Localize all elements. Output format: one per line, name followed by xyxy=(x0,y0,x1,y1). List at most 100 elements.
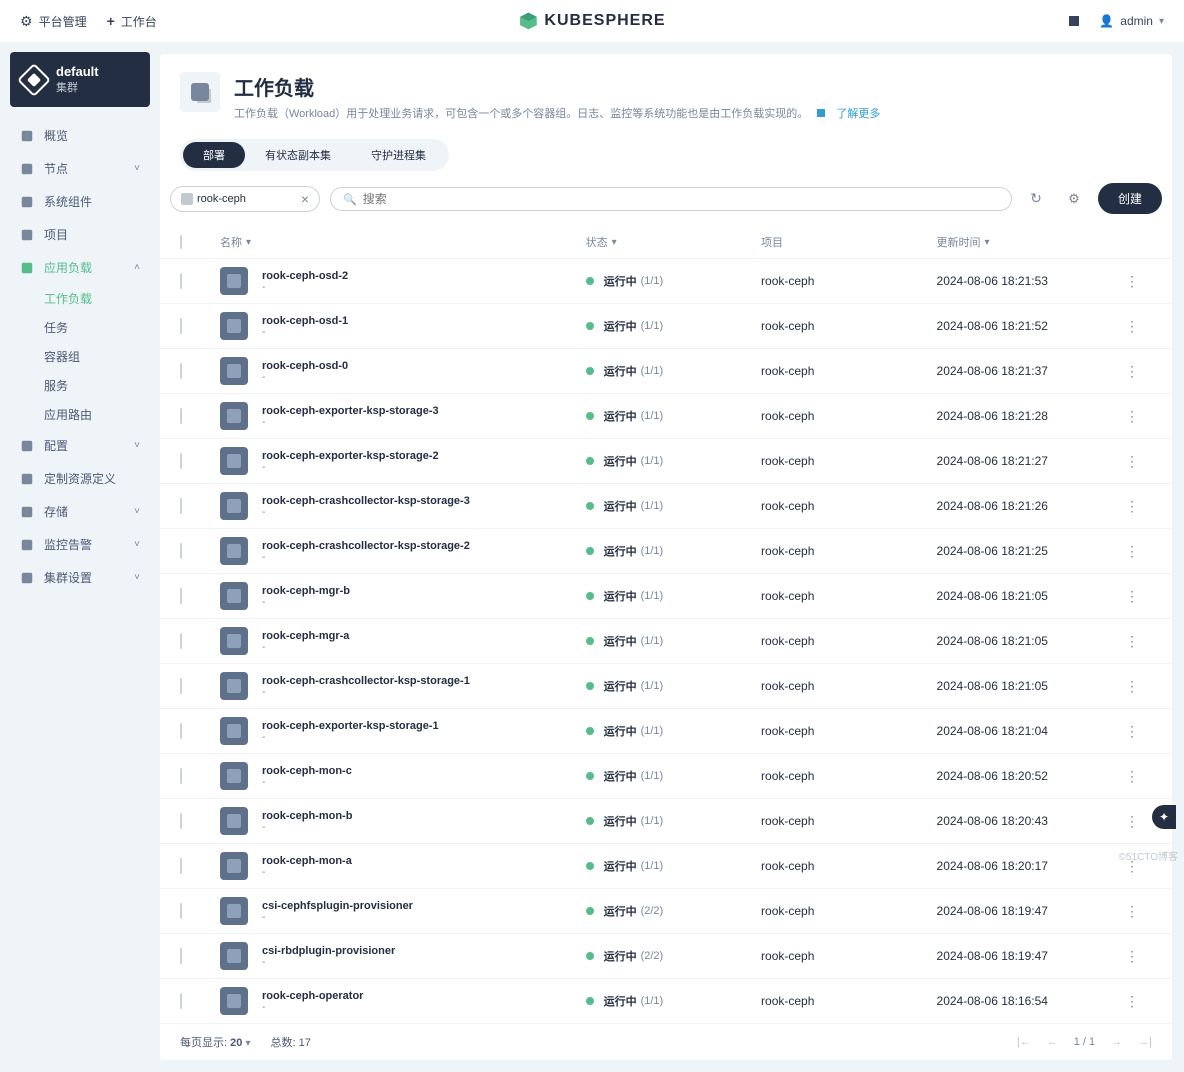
more-actions-icon[interactable] xyxy=(1125,455,1139,469)
more-actions-icon[interactable] xyxy=(1125,995,1139,1009)
project-filter[interactable]: rook-ceph × xyxy=(170,186,320,212)
learn-more-link[interactable]: 了解更多 xyxy=(836,108,880,120)
project-cell[interactable]: rook-ceph xyxy=(761,499,936,513)
table-row[interactable]: rook-ceph-mgr-b - 运行中 (1/1) rook-ceph 20… xyxy=(160,574,1172,619)
table-row[interactable]: rook-ceph-exporter-ksp-storage-1 - 运行中 (… xyxy=(160,709,1172,754)
more-actions-icon[interactable] xyxy=(1125,320,1139,334)
table-row[interactable]: rook-ceph-osd-1 - 运行中 (1/1) rook-ceph 20… xyxy=(160,304,1172,349)
row-checkbox[interactable] xyxy=(180,453,182,469)
platform-mgmt-link[interactable]: 平台管理 xyxy=(20,13,87,30)
row-checkbox[interactable] xyxy=(180,948,182,964)
project-cell[interactable]: rook-ceph xyxy=(761,859,936,873)
more-actions-icon[interactable] xyxy=(1125,275,1139,289)
user-menu[interactable]: admin xyxy=(1099,14,1164,28)
select-all-checkbox[interactable] xyxy=(180,235,182,249)
project-cell[interactable]: rook-ceph xyxy=(761,769,936,783)
column-settings-button[interactable] xyxy=(1060,185,1088,213)
project-cell[interactable]: rook-ceph xyxy=(761,904,936,918)
row-checkbox[interactable] xyxy=(180,633,182,649)
project-cell[interactable]: rook-ceph xyxy=(761,544,936,558)
table-row[interactable]: rook-ceph-crashcollector-ksp-storage-1 -… xyxy=(160,664,1172,709)
more-actions-icon[interactable] xyxy=(1125,815,1139,829)
workload-name[interactable]: rook-ceph-exporter-ksp-storage-2 xyxy=(262,450,439,462)
workload-name[interactable]: rook-ceph-crashcollector-ksp-storage-1 xyxy=(262,675,470,687)
row-checkbox[interactable] xyxy=(180,813,182,829)
tab-守护进程集[interactable]: 守护进程集 xyxy=(351,142,446,168)
project-cell[interactable]: rook-ceph xyxy=(761,679,936,693)
float-help-button[interactable] xyxy=(1152,805,1176,829)
table-row[interactable]: rook-ceph-osd-2 - 运行中 (1/1) rook-ceph 20… xyxy=(160,259,1172,304)
page-size-selector[interactable]: 每页显示: 20 xyxy=(180,1034,250,1050)
project-cell[interactable]: rook-ceph xyxy=(761,364,936,378)
project-cell[interactable]: rook-ceph xyxy=(761,949,936,963)
sidebar-item-集群设置[interactable]: 集群设置˅ xyxy=(10,561,150,594)
sidebar-subitem-应用路由[interactable]: 应用路由 xyxy=(44,400,150,429)
project-cell[interactable]: rook-ceph xyxy=(761,724,936,738)
row-checkbox[interactable] xyxy=(180,273,182,289)
project-cell[interactable]: rook-ceph xyxy=(761,589,936,603)
more-actions-icon[interactable] xyxy=(1125,770,1139,784)
more-actions-icon[interactable] xyxy=(1125,590,1139,604)
sidebar-item-概览[interactable]: 概览 xyxy=(10,119,150,152)
clear-filter-icon[interactable]: × xyxy=(301,191,309,207)
table-row[interactable]: rook-ceph-mon-a - 运行中 (1/1) rook-ceph 20… xyxy=(160,844,1172,889)
workload-name[interactable]: rook-ceph-osd-1 xyxy=(262,315,348,327)
workbench-link[interactable]: 工作台 xyxy=(107,13,157,30)
first-page[interactable]: |← xyxy=(1017,1036,1031,1048)
sidebar-item-应用负载[interactable]: 应用负载˄ xyxy=(10,251,150,284)
table-row[interactable]: rook-ceph-crashcollector-ksp-storage-2 -… xyxy=(160,529,1172,574)
sidebar-item-配置[interactable]: 配置˅ xyxy=(10,429,150,462)
workload-name[interactable]: rook-ceph-osd-0 xyxy=(262,360,348,372)
tab-部署[interactable]: 部署 xyxy=(183,142,245,168)
table-row[interactable]: rook-ceph-crashcollector-ksp-storage-3 -… xyxy=(160,484,1172,529)
sidebar-subitem-服务[interactable]: 服务 xyxy=(44,371,150,400)
sidebar-item-系统组件[interactable]: 系统组件 xyxy=(10,185,150,218)
row-checkbox[interactable] xyxy=(180,723,182,739)
refresh-button[interactable] xyxy=(1022,185,1050,213)
table-row[interactable]: rook-ceph-exporter-ksp-storage-2 - 运行中 (… xyxy=(160,439,1172,484)
project-cell[interactable]: rook-ceph xyxy=(761,454,936,468)
project-cell[interactable]: rook-ceph xyxy=(761,814,936,828)
row-checkbox[interactable] xyxy=(180,903,182,919)
sidebar-item-监控告警[interactable]: 监控告警˅ xyxy=(10,528,150,561)
table-row[interactable]: rook-ceph-osd-0 - 运行中 (1/1) rook-ceph 20… xyxy=(160,349,1172,394)
workload-name[interactable]: rook-ceph-exporter-ksp-storage-3 xyxy=(262,405,439,417)
workload-name[interactable]: rook-ceph-mon-c xyxy=(262,765,352,777)
project-cell[interactable]: rook-ceph xyxy=(761,319,936,333)
row-checkbox[interactable] xyxy=(180,858,182,874)
project-cell[interactable]: rook-ceph xyxy=(761,994,936,1008)
sidebar-subitem-工作负载[interactable]: 工作负载 xyxy=(44,284,150,313)
prev-page[interactable]: ← xyxy=(1047,1036,1058,1048)
more-actions-icon[interactable] xyxy=(1125,905,1139,919)
more-actions-icon[interactable] xyxy=(1125,680,1139,694)
more-actions-icon[interactable] xyxy=(1125,500,1139,514)
row-checkbox[interactable] xyxy=(180,498,182,514)
tab-有状态副本集[interactable]: 有状态副本集 xyxy=(245,142,351,168)
table-row[interactable]: rook-ceph-mon-b - 运行中 (1/1) rook-ceph 20… xyxy=(160,799,1172,844)
project-cell[interactable]: rook-ceph xyxy=(761,409,936,423)
table-row[interactable]: rook-ceph-mgr-a - 运行中 (1/1) rook-ceph 20… xyxy=(160,619,1172,664)
table-row[interactable]: rook-ceph-exporter-ksp-storage-3 - 运行中 (… xyxy=(160,394,1172,439)
row-checkbox[interactable] xyxy=(180,543,182,559)
row-checkbox[interactable] xyxy=(180,363,182,379)
col-updated-header[interactable]: 更新时间 xyxy=(937,234,1112,250)
project-cell[interactable]: rook-ceph xyxy=(761,274,936,288)
project-cell[interactable]: rook-ceph xyxy=(761,634,936,648)
workload-name[interactable]: rook-ceph-osd-2 xyxy=(262,270,348,282)
sidebar-item-项目[interactable]: 项目 xyxy=(10,218,150,251)
sidebar-subitem-容器组[interactable]: 容器组 xyxy=(44,342,150,371)
workload-name[interactable]: rook-ceph-mgr-b xyxy=(262,585,350,597)
cluster-card[interactable]: default 集群 xyxy=(10,52,150,107)
workload-name[interactable]: rook-ceph-operator xyxy=(262,990,363,1002)
workload-name[interactable]: rook-ceph-mon-a xyxy=(262,855,352,867)
row-checkbox[interactable] xyxy=(180,318,182,334)
table-row[interactable]: csi-cephfsplugin-provisioner - 运行中 (2/2)… xyxy=(160,889,1172,934)
table-row[interactable]: csi-rbdplugin-provisioner - 运行中 (2/2) ro… xyxy=(160,934,1172,979)
row-checkbox[interactable] xyxy=(180,993,182,1009)
search-input[interactable] xyxy=(363,192,999,206)
workload-name[interactable]: rook-ceph-crashcollector-ksp-storage-2 xyxy=(262,540,470,552)
search-box[interactable] xyxy=(330,187,1012,211)
row-checkbox[interactable] xyxy=(180,768,182,784)
sidebar-subitem-任务[interactable]: 任务 xyxy=(44,313,150,342)
table-row[interactable]: rook-ceph-mon-c - 运行中 (1/1) rook-ceph 20… xyxy=(160,754,1172,799)
